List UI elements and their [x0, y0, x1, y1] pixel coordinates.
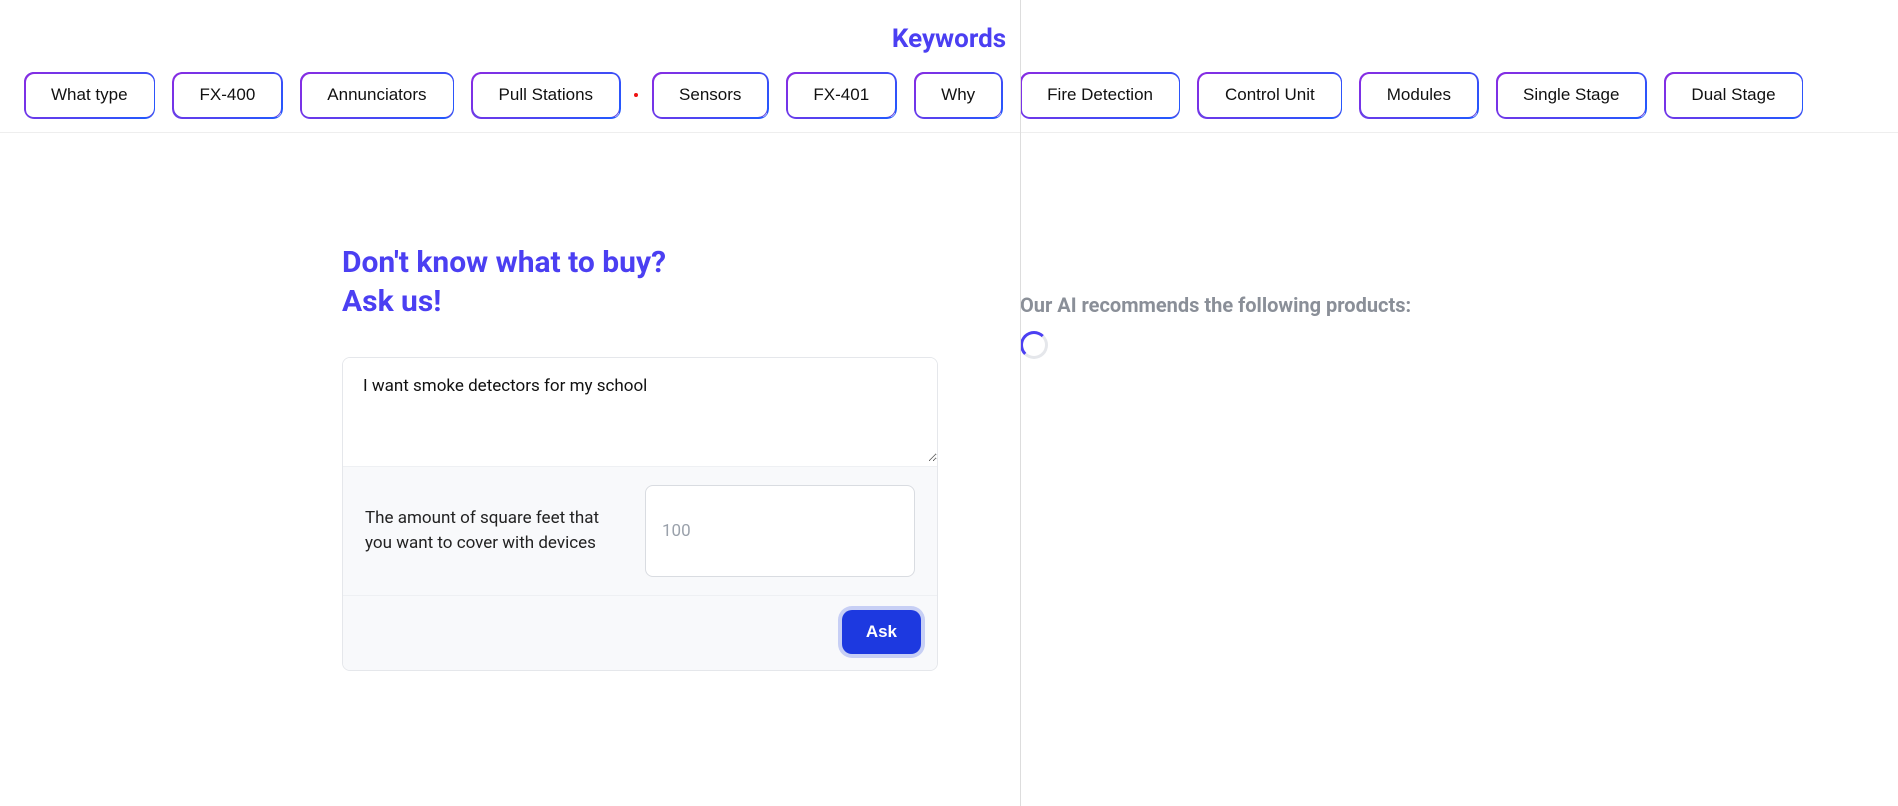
ask-row: Ask [343, 595, 937, 670]
page-title: Keywords [0, 0, 1898, 72]
sqft-label: The amount of square feet that you want … [365, 506, 627, 555]
keyword-chip-fx-400[interactable]: FX-400 [173, 72, 283, 118]
prompt-heading: Don't know what to buy? Ask us! [342, 243, 1020, 321]
keyword-chip-sensors[interactable]: Sensors [652, 72, 768, 118]
vertical-divider [1020, 0, 1021, 806]
content-area: Don't know what to buy? Ask us! The amou… [0, 133, 1898, 799]
keyword-chip-dual-stage[interactable]: Dual Stage [1664, 72, 1802, 118]
keywords-bar: What type FX-400 Annunciators Pull Stati… [0, 72, 1898, 133]
keyword-chip-modules[interactable]: Modules [1360, 72, 1478, 118]
keyword-chip-pull-stations[interactable]: Pull Stations [472, 72, 621, 118]
results-heading: Our AI recommends the following products… [1020, 293, 1898, 317]
keyword-chip-annunciators[interactable]: Annunciators [300, 72, 453, 118]
sqft-input[interactable] [645, 485, 915, 577]
keyword-chip-control-unit[interactable]: Control Unit [1198, 72, 1342, 118]
query-form: The amount of square feet that you want … [342, 357, 938, 671]
sqft-row: The amount of square feet that you want … [343, 466, 937, 595]
query-panel: Don't know what to buy? Ask us! The amou… [0, 133, 1020, 799]
loading-spinner-icon [1020, 331, 1048, 359]
keyword-chip-fx-401[interactable]: FX-401 [786, 72, 896, 118]
keyword-chip-fire-detection[interactable]: Fire Detection [1020, 72, 1180, 118]
separator-dot-icon [634, 93, 638, 97]
ask-button[interactable]: Ask [842, 610, 921, 654]
prompt-heading-line2: Ask us! [342, 284, 441, 319]
prompt-heading-line1: Don't know what to buy? [342, 245, 666, 280]
keyword-chip-why[interactable]: Why [914, 72, 1002, 118]
keyword-chip-what-type[interactable]: What type [24, 72, 155, 118]
query-textarea[interactable] [343, 358, 937, 462]
keyword-chip-single-stage[interactable]: Single Stage [1496, 72, 1646, 118]
results-panel: Our AI recommends the following products… [1020, 133, 1898, 799]
